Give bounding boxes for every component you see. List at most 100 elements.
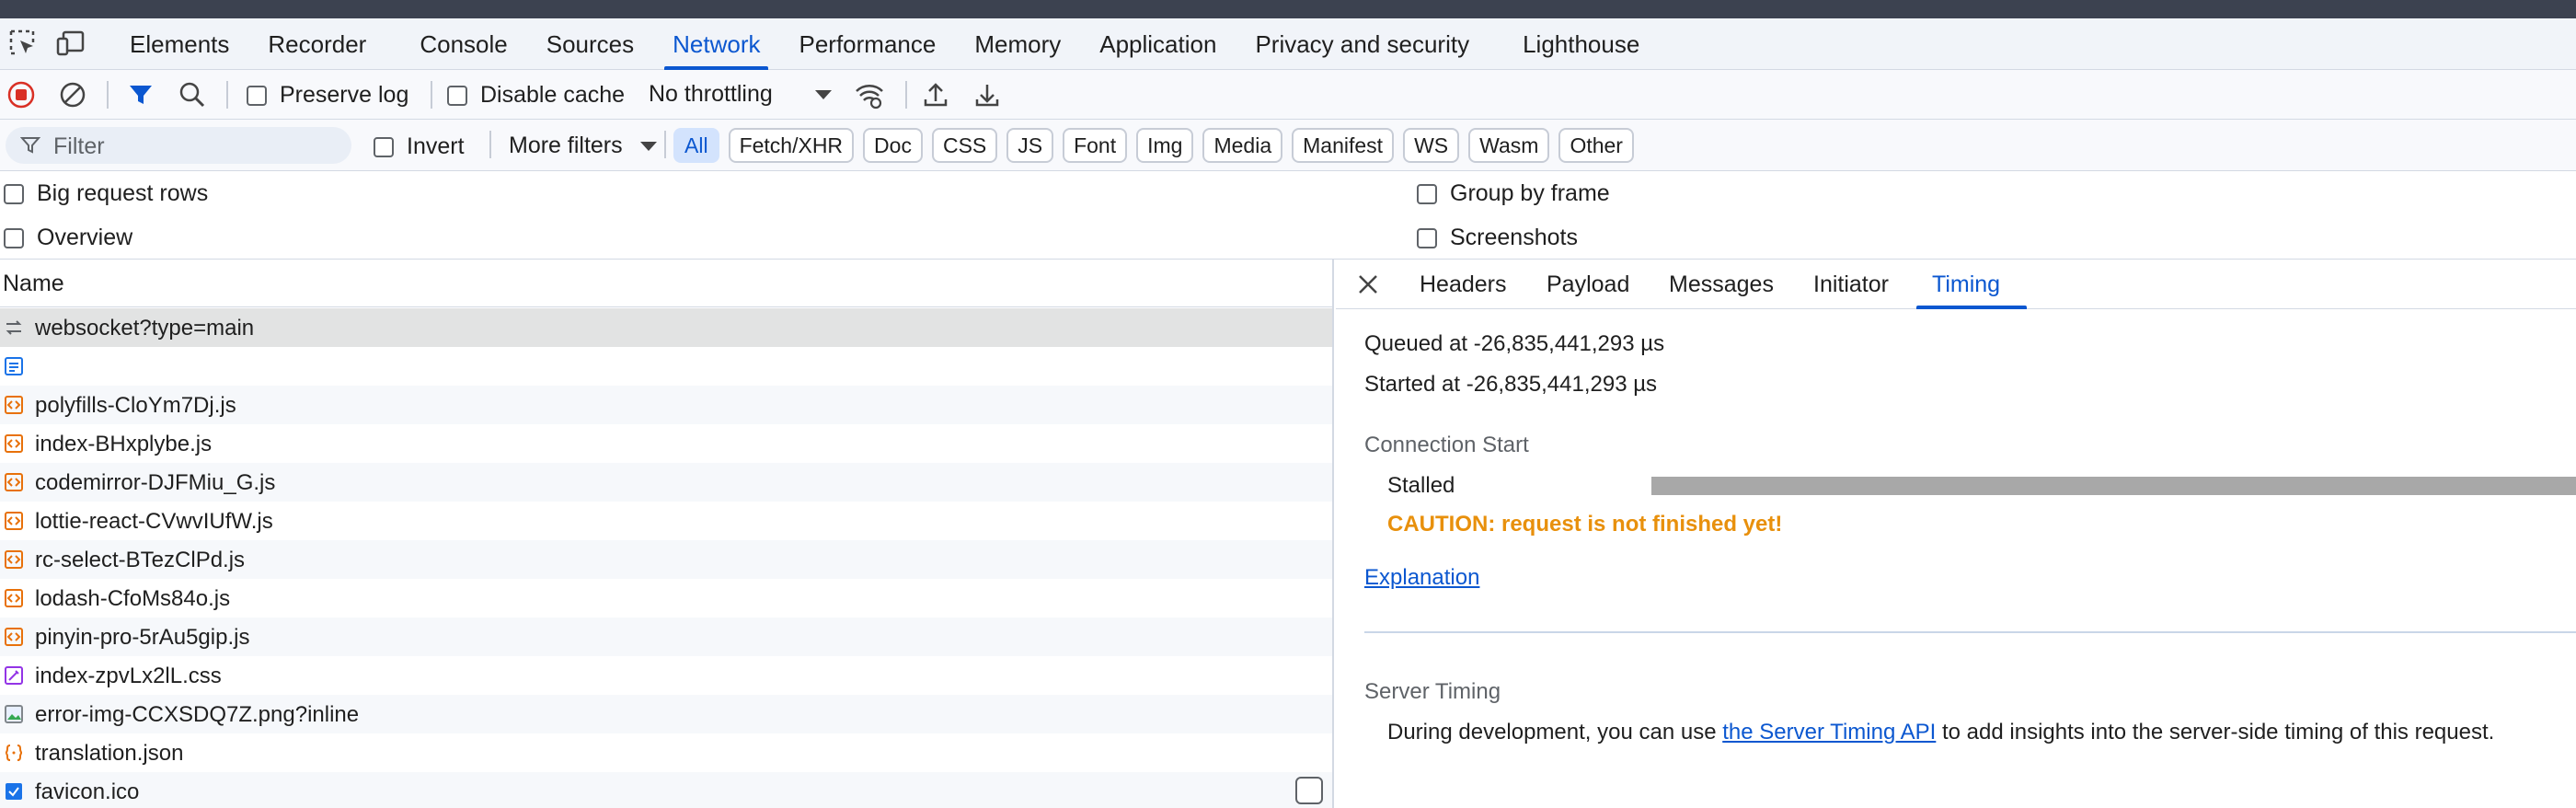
filter-icon: [20, 137, 40, 154]
filter-chip-font[interactable]: Font: [1063, 128, 1128, 163]
tab-memory[interactable]: Memory: [955, 18, 1080, 70]
request-name: websocket?type=main: [35, 316, 255, 341]
panel-tabs: Elements Recorder Console Sources Networ…: [110, 18, 1659, 70]
search-icon[interactable]: [177, 79, 208, 110]
network-conditions-icon[interactable]: [854, 79, 885, 110]
toolbar-divider: [226, 81, 228, 109]
request-row[interactable]: error-img-CCXSDQ7Z.png?inline: [0, 695, 1332, 733]
toolbar-divider: [905, 81, 907, 109]
invert-label: Invert: [407, 133, 465, 159]
tab-payload[interactable]: Payload: [1547, 271, 1629, 298]
script-icon: [5, 434, 23, 453]
tab-messages[interactable]: Messages: [1669, 271, 1774, 298]
filter-icon[interactable]: [125, 79, 156, 110]
request-row[interactable]: lodash-CfoMs84o.js: [0, 579, 1332, 618]
caution-message: CAUTION: request is not finished yet!: [1387, 512, 1783, 537]
request-detail-pane: Headers Payload Messages Initiator Timin…: [1336, 260, 2576, 808]
export-har-icon[interactable]: [972, 79, 1003, 110]
request-row[interactable]: favicon.ico: [0, 772, 1332, 808]
import-har-icon[interactable]: [920, 79, 951, 110]
request-row[interactable]: rc-select-BTezClPd.js: [0, 540, 1332, 579]
checkbox-box[interactable]: [1417, 227, 1437, 248]
server-timing-api-link[interactable]: the Server Timing API: [1722, 720, 1936, 745]
request-row[interactable]: codemirror-DJFMiu_G.js: [0, 463, 1332, 502]
request-row[interactable]: [0, 347, 1332, 386]
group-by-frame-label: Group by frame: [1450, 180, 1610, 206]
section-divider: [1364, 631, 2576, 633]
explanation-link[interactable]: Explanation: [1364, 565, 1479, 591]
request-row[interactable]: polyfills-CloYm7Dj.js: [0, 386, 1332, 424]
websocket-icon: [6, 320, 22, 335]
request-row[interactable]: lottie-react-CVwvIUfW.js: [0, 502, 1332, 540]
request-row[interactable]: pinyin-pro-5rAu5gip.js: [0, 618, 1332, 656]
toggle-drawer-icon[interactable]: [1295, 777, 1323, 804]
request-row[interactable]: index-BHxplybe.js: [0, 424, 1332, 463]
checkbox-box[interactable]: [4, 227, 24, 248]
request-name: lodash-CfoMs84o.js: [35, 586, 231, 611]
tab-sources[interactable]: Sources: [527, 18, 653, 70]
tab-network[interactable]: Network: [653, 18, 779, 70]
tab-performance[interactable]: Performance: [779, 18, 955, 70]
request-name: index-BHxplybe.js: [35, 432, 213, 456]
name-column-label: Name: [3, 271, 64, 296]
more-filters-dropdown[interactable]: More filters: [509, 133, 623, 159]
filter-chip-ws[interactable]: WS: [1403, 128, 1460, 163]
tab-privacy-and-security[interactable]: Privacy and security: [1236, 18, 1489, 70]
clear-icon[interactable]: [57, 79, 88, 110]
throttling-select[interactable]: No throttling: [649, 81, 773, 108]
big-request-rows-label: Big request rows: [37, 180, 209, 206]
request-row[interactable]: index-zpvLx2lL.css: [0, 656, 1332, 695]
request-name: rc-select-BTezClPd.js: [35, 548, 246, 572]
active-tab-indicator: [1916, 306, 2027, 309]
filter-chip-wasm[interactable]: Wasm: [1468, 128, 1550, 163]
disable-cache-checkbox[interactable]: Disable cache: [447, 82, 625, 109]
tab-timing[interactable]: Timing: [1932, 271, 2000, 298]
filter-bar: Filter Invert More filters All Fetch/XHR…: [0, 120, 2576, 171]
tab-console[interactable]: Console: [400, 18, 526, 70]
script-icon: [5, 589, 23, 607]
group-by-frame-checkbox[interactable]: Group by frame: [1417, 180, 1610, 207]
close-icon[interactable]: [1356, 272, 1380, 296]
checkbox-box[interactable]: [4, 183, 24, 204]
name-column-header[interactable]: Name: [0, 260, 1332, 307]
request-row[interactable]: websocket?type=main: [0, 308, 1332, 347]
filter-chip-fetch-xhr[interactable]: Fetch/XHR: [728, 128, 855, 163]
filter-chip-all[interactable]: All: [673, 128, 719, 163]
script-icon: [5, 512, 23, 530]
checkbox-box[interactable]: [374, 136, 394, 157]
tab-headers[interactable]: Headers: [1420, 271, 1507, 298]
script-icon: [5, 628, 23, 646]
chevron-down-icon[interactable]: [815, 90, 832, 99]
tab-initiator[interactable]: Initiator: [1813, 271, 1889, 298]
disable-cache-label: Disable cache: [480, 82, 626, 108]
tab-elements[interactable]: Elements: [110, 18, 248, 70]
stop-recording-icon[interactable]: [6, 79, 37, 110]
chevron-down-icon[interactable]: [640, 142, 657, 151]
filter-chip-img[interactable]: Img: [1136, 128, 1194, 163]
screenshots-checkbox[interactable]: Screenshots: [1417, 225, 1578, 251]
preserve-log-checkbox[interactable]: Preserve log: [247, 82, 408, 109]
overview-checkbox[interactable]: Overview: [4, 225, 132, 251]
filter-chip-media[interactable]: Media: [1202, 128, 1283, 163]
filter-input[interactable]: Filter: [6, 127, 351, 164]
queued-at: Queued at -26,835,441,293 µs: [1364, 331, 1665, 356]
server-timing-text-after: to add insights into the server-side tim…: [1936, 720, 2495, 745]
filter-chip-manifest[interactable]: Manifest: [1292, 128, 1395, 163]
detail-tabs: Headers Payload Messages Initiator Timin…: [1336, 260, 2576, 309]
filter-chip-other[interactable]: Other: [1558, 128, 1634, 163]
device-toolbar-icon[interactable]: [55, 28, 86, 59]
request-row[interactable]: translation.json: [0, 733, 1332, 772]
checkbox-box[interactable]: [1417, 183, 1437, 204]
filter-chip-doc[interactable]: Doc: [863, 128, 923, 163]
filter-chip-js[interactable]: JS: [1006, 128, 1054, 163]
checkbox-box[interactable]: [247, 85, 267, 106]
tab-lighthouse[interactable]: Lighthouse: [1503, 18, 1659, 70]
tab-recorder[interactable]: Recorder: [248, 18, 385, 70]
tab-application[interactable]: Application: [1080, 18, 1236, 70]
big-request-rows-checkbox[interactable]: Big request rows: [4, 180, 208, 207]
inspect-element-icon[interactable]: [7, 28, 39, 59]
filter-chip-css[interactable]: CSS: [931, 128, 998, 163]
invert-checkbox[interactable]: Invert: [374, 133, 465, 160]
checkbox-box[interactable]: [447, 85, 467, 106]
stalled-label: Stalled: [1387, 473, 1455, 498]
